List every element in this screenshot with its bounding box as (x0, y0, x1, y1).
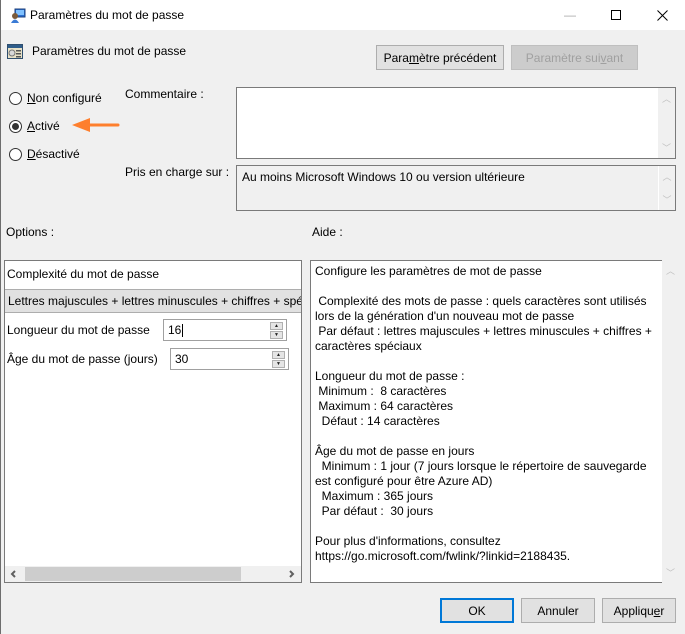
accelerator-key: A (27, 119, 36, 133)
scroll-down-icon[interactable]: ﹀ (662, 193, 671, 206)
comment-label: Commentaire : (125, 87, 204, 101)
comment-textarea[interactable]: ︿ ﹀ (236, 87, 676, 159)
comment-scrollbar[interactable]: ︿ ﹀ (658, 88, 675, 158)
spin-down-icon[interactable]: ▼ (272, 360, 285, 368)
options-horizontal-scrollbar[interactable] (5, 566, 301, 582)
complexity-dropdown[interactable]: Lettres majuscules + lettres minuscules … (5, 289, 301, 313)
radio-button[interactable] (9, 91, 22, 105)
scroll-up-icon[interactable]: ︿ (662, 170, 671, 183)
button-label: ant (606, 50, 624, 65)
scroll-right-icon[interactable] (288, 570, 295, 578)
scrollbar-thumb[interactable] (25, 567, 241, 581)
scroll-up-icon[interactable]: ︿ (662, 92, 671, 105)
spin-up-icon[interactable]: ▲ (270, 322, 283, 330)
button-label: OK (468, 603, 486, 618)
radio-button[interactable] (9, 119, 22, 133)
setting-icon (7, 44, 23, 59)
age-label-text: Âge du mot de passe (jours) (7, 352, 158, 366)
help-scrollbar[interactable]: ︿ ﹀ (662, 260, 679, 583)
radio-enabled[interactable]: Activé (9, 119, 60, 133)
radio-label: ctivé (35, 119, 60, 133)
radio-not-configured[interactable]: Non configuré (9, 91, 102, 105)
minimize-button[interactable]: — (547, 0, 593, 30)
age-value[interactable]: 30 (175, 352, 188, 366)
button-label: Paramètre sui (525, 50, 601, 65)
close-icon (656, 9, 668, 21)
button-label: Para (383, 50, 409, 65)
supported-on-label: Pris en charge sur : (125, 165, 230, 179)
accelerator-key: e (653, 603, 661, 618)
radio-label: on configuré (35, 91, 102, 105)
accelerator-key: D (27, 147, 36, 161)
scroll-down-icon[interactable]: ﹀ (666, 566, 675, 579)
spin-down-icon[interactable]: ▼ (270, 331, 283, 339)
scroll-down-icon[interactable]: ﹀ (662, 141, 671, 154)
radio-selected-dot (12, 122, 19, 130)
maximize-icon (611, 10, 621, 20)
apply-button[interactable]: Appliqu e r (602, 598, 676, 623)
button-label: r (660, 603, 665, 618)
help-text: Configure les paramètres de mot de passe… (315, 264, 652, 563)
button-label: ètre précédent (418, 50, 497, 65)
radio-button[interactable] (9, 147, 22, 161)
annotation-arrow-icon (72, 118, 120, 132)
maximize-button[interactable] (593, 0, 639, 30)
setting-title: Paramètres du mot de passe (32, 44, 187, 58)
text-cursor (182, 323, 184, 337)
help-label: Aide : (312, 225, 343, 239)
cancel-button[interactable]: Annuler (521, 598, 595, 623)
supported-on-value: Au moins Microsoft Windows 10 ou version… (242, 170, 525, 184)
minimize-icon: — (564, 8, 576, 22)
length-label-text: Longueur du mot de passe (7, 323, 150, 337)
previous-setting-button[interactable]: Para m ètre précédent (376, 45, 504, 70)
accelerator-key: N (27, 91, 36, 105)
button-label: Annuler (537, 603, 579, 618)
options-label: Options : (6, 225, 55, 239)
window-border (0, 0, 1, 634)
radio-disabled[interactable]: Désactivé (9, 147, 80, 161)
spin-up-icon[interactable]: ▲ (272, 351, 285, 359)
accelerator-key: m (408, 50, 419, 65)
ok-button[interactable]: OK (440, 598, 514, 623)
scroll-up-icon[interactable]: ︿ (666, 264, 675, 277)
close-button[interactable] (639, 0, 685, 30)
window-title: Paramètres du mot de passe (30, 8, 185, 22)
complexity-label: Complexité du mot de passe (7, 267, 160, 281)
comment-value (237, 88, 675, 94)
policy-editor-icon (11, 8, 26, 23)
length-value[interactable]: 16 (168, 323, 181, 337)
radio-label: ésactivé (35, 147, 80, 161)
help-panel: Configure les paramètres de mot de passe… (310, 260, 663, 583)
button-label: Appliqu (613, 603, 654, 618)
age-spinner[interactable]: 30 ▲ ▼ (170, 348, 289, 370)
supported-scrollbar[interactable]: ︿ ﹀ (658, 166, 675, 210)
next-setting-button[interactable]: Paramètre sui v ant (511, 45, 638, 70)
scroll-left-icon[interactable] (10, 570, 17, 578)
options-panel: Complexité du mot de passe Lettres majus… (4, 260, 302, 583)
supported-on-field: Au moins Microsoft Windows 10 ou version… (236, 165, 676, 211)
length-spinner[interactable]: 16 ▲ ▼ (163, 319, 287, 341)
